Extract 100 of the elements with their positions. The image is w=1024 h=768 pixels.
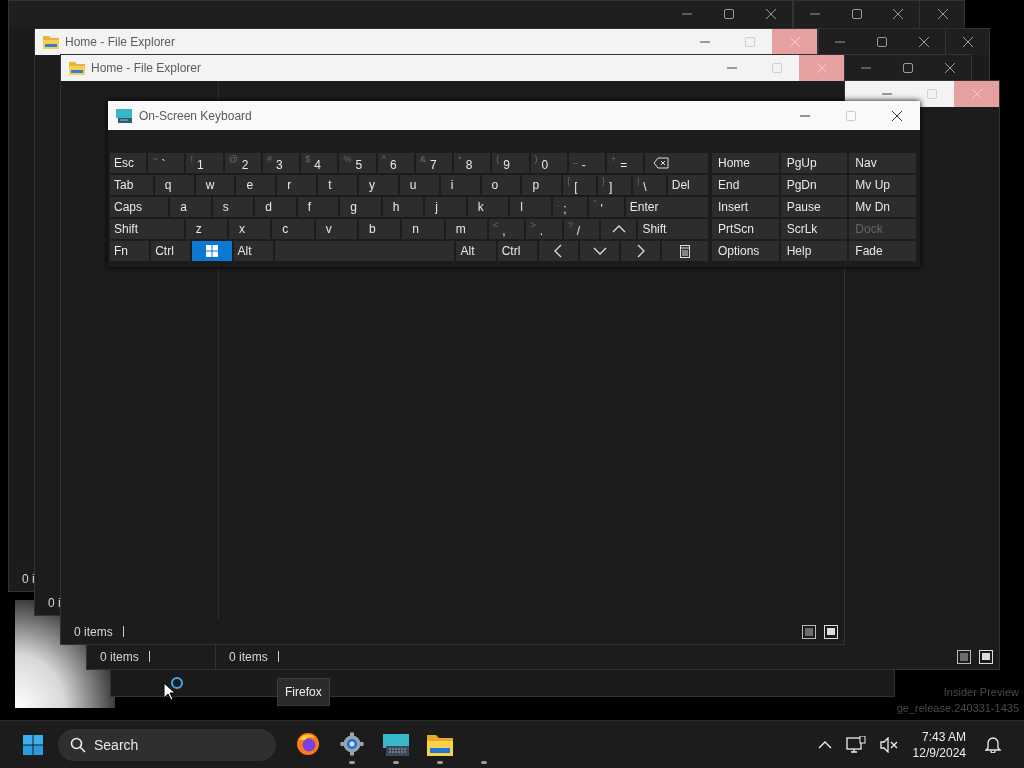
keyboard-key[interactable]: ) 0 bbox=[530, 153, 567, 173]
keyboard-key[interactable]: ~ ` bbox=[148, 153, 185, 173]
keyboard-key[interactable]: : ; bbox=[552, 197, 588, 217]
keyboard-key[interactable]: x bbox=[229, 219, 271, 239]
search-field[interactable]: Search bbox=[58, 728, 276, 761]
keyboard-key[interactable]: v bbox=[315, 219, 357, 239]
start-button-icon[interactable] bbox=[23, 734, 43, 755]
keyboard-key[interactable] bbox=[662, 241, 708, 261]
keyboard-key[interactable]: Pause bbox=[780, 197, 848, 217]
keyboard-key[interactable]: Shift bbox=[110, 219, 184, 239]
keyboard-key[interactable]: Enter bbox=[625, 197, 709, 217]
keyboard-key[interactable]: Options bbox=[712, 241, 779, 261]
keyboard-key[interactable]: m bbox=[445, 219, 488, 239]
keyboard-key[interactable]: p bbox=[522, 175, 562, 195]
keyboard-key[interactable]: b bbox=[359, 219, 401, 239]
keyboard-key[interactable]: Nav bbox=[849, 153, 916, 173]
keyboard-key[interactable]: Help bbox=[780, 241, 848, 261]
keyboard-key[interactable]: ( 9 bbox=[492, 153, 529, 173]
chevron-up-icon[interactable] bbox=[817, 740, 832, 749]
keyboard-key[interactable]: y bbox=[359, 175, 398, 195]
keyboard-key[interactable]: Del bbox=[667, 175, 709, 195]
keyboard-key[interactable]: ScrLk bbox=[780, 219, 848, 239]
keyboard-key[interactable]: } ] bbox=[598, 175, 631, 195]
keyboard-key[interactable]: Alt bbox=[233, 241, 273, 261]
keyboard-key[interactable]: @ 2 bbox=[224, 153, 261, 173]
close-icon bbox=[893, 9, 904, 19]
keyboard-key[interactable]: Insert bbox=[712, 197, 779, 217]
maximize-icon bbox=[903, 63, 913, 73]
keyboard-key[interactable]: Shift bbox=[638, 219, 708, 239]
keyboard-key[interactable]: n bbox=[402, 219, 444, 239]
close-icon bbox=[789, 37, 800, 47]
keyboard-key[interactable]: PgUp bbox=[780, 153, 848, 173]
folder-icon bbox=[43, 35, 59, 49]
keyboard-key[interactable]: j bbox=[425, 197, 466, 217]
keyboard-key[interactable]: Esc bbox=[110, 153, 147, 173]
keyboard-key[interactable]: o bbox=[481, 175, 521, 195]
clock-time[interactable]: 7:43 AM bbox=[921, 728, 966, 745]
keyboard-key[interactable]: PgDn bbox=[780, 175, 848, 195]
keyboard-key[interactable]: Fade bbox=[849, 241, 916, 261]
keyboard-key[interactable]: g bbox=[340, 197, 381, 217]
keyboard-key[interactable]: + = bbox=[607, 153, 644, 173]
keyboard-key[interactable]: ! 1 bbox=[186, 153, 223, 173]
monitor-icon[interactable] bbox=[845, 735, 866, 754]
keyboard-key[interactable]: < , bbox=[489, 219, 525, 239]
tiles-view-icon[interactable] bbox=[979, 649, 993, 664]
keyboard-key[interactable] bbox=[580, 241, 620, 261]
keyboard-key[interactable] bbox=[601, 219, 637, 239]
keyboard-key[interactable]: { [ bbox=[563, 175, 597, 195]
keyboard-key[interactable]: * 8 bbox=[454, 153, 491, 173]
keyboard-key[interactable]: q bbox=[154, 175, 194, 195]
keyboard-key[interactable]: | \ bbox=[632, 175, 666, 195]
keyboard-key[interactable]: _ - bbox=[568, 153, 606, 173]
keyboard-key[interactable]: % 5 bbox=[339, 153, 376, 173]
item-count: 0 i bbox=[48, 595, 61, 610]
keyboard-key[interactable]: d bbox=[255, 197, 296, 217]
keyboard-key[interactable]: l bbox=[510, 197, 551, 217]
keyboard-key[interactable]: i bbox=[440, 175, 480, 195]
keyboard-key[interactable]: u bbox=[399, 175, 439, 195]
keyboard-key[interactable]: s bbox=[212, 197, 254, 217]
close-button[interactable] bbox=[772, 29, 817, 55]
keyboard-key[interactable]: w bbox=[195, 175, 235, 195]
details-view-icon[interactable] bbox=[957, 649, 971, 664]
keyboard-key[interactable]: # 3 bbox=[262, 153, 300, 173]
keyboard-key[interactable]: k bbox=[467, 197, 509, 217]
keyboard-key[interactable] bbox=[192, 241, 232, 261]
keyboard-key[interactable]: Caps bbox=[110, 197, 169, 217]
keyboard-key[interactable]: z bbox=[185, 219, 227, 239]
speaker-muted-icon[interactable] bbox=[879, 736, 898, 753]
keyboard-key[interactable]: Tab bbox=[110, 175, 153, 195]
keyboard-key[interactable]: h bbox=[382, 197, 424, 217]
keyboard-key[interactable]: Alt bbox=[456, 241, 496, 261]
backspace-icon bbox=[653, 157, 670, 169]
keyboard-key[interactable]: & 7 bbox=[415, 153, 453, 173]
keyboard-key[interactable]: a bbox=[170, 197, 211, 217]
clock-date[interactable]: 12/9/2024 bbox=[912, 744, 966, 761]
keyboard-key[interactable]: Ctrl bbox=[151, 241, 191, 261]
keyboard-key[interactable]: Mv Dn bbox=[849, 197, 916, 217]
keyboard-key[interactable]: t bbox=[318, 175, 357, 195]
maximize-icon bbox=[877, 37, 887, 47]
keyboard-key[interactable]: $ 4 bbox=[301, 153, 338, 173]
keyboard-key[interactable]: f bbox=[297, 197, 339, 217]
bell-icon[interactable] bbox=[985, 736, 1001, 753]
tiles-view-icon[interactable] bbox=[824, 624, 838, 639]
keyboard-key[interactable]: Mv Up bbox=[849, 175, 916, 195]
keyboard-key[interactable]: End bbox=[712, 175, 779, 195]
keyboard-key[interactable]: Fn bbox=[110, 241, 150, 261]
keyboard-key[interactable]: Ctrl bbox=[497, 241, 537, 261]
keyboard-key[interactable]: c bbox=[272, 219, 314, 239]
keyboard-key[interactable]: PrtScn bbox=[712, 219, 779, 239]
keyboard-key[interactable]: " ' bbox=[589, 197, 624, 217]
keyboard-key[interactable]: e bbox=[236, 175, 276, 195]
keyboard-key[interactable]: > . bbox=[526, 219, 562, 239]
folder-icon bbox=[69, 61, 85, 75]
keyboard-key[interactable]: ^ 6 bbox=[377, 153, 414, 173]
keyboard-key[interactable]: Home bbox=[712, 153, 779, 173]
details-view-icon[interactable] bbox=[802, 624, 816, 639]
close-icon bbox=[919, 37, 929, 47]
keyboard-key[interactable]: ? / bbox=[563, 219, 600, 239]
close-icon bbox=[971, 89, 982, 99]
keyboard-key[interactable]: r bbox=[277, 175, 317, 195]
